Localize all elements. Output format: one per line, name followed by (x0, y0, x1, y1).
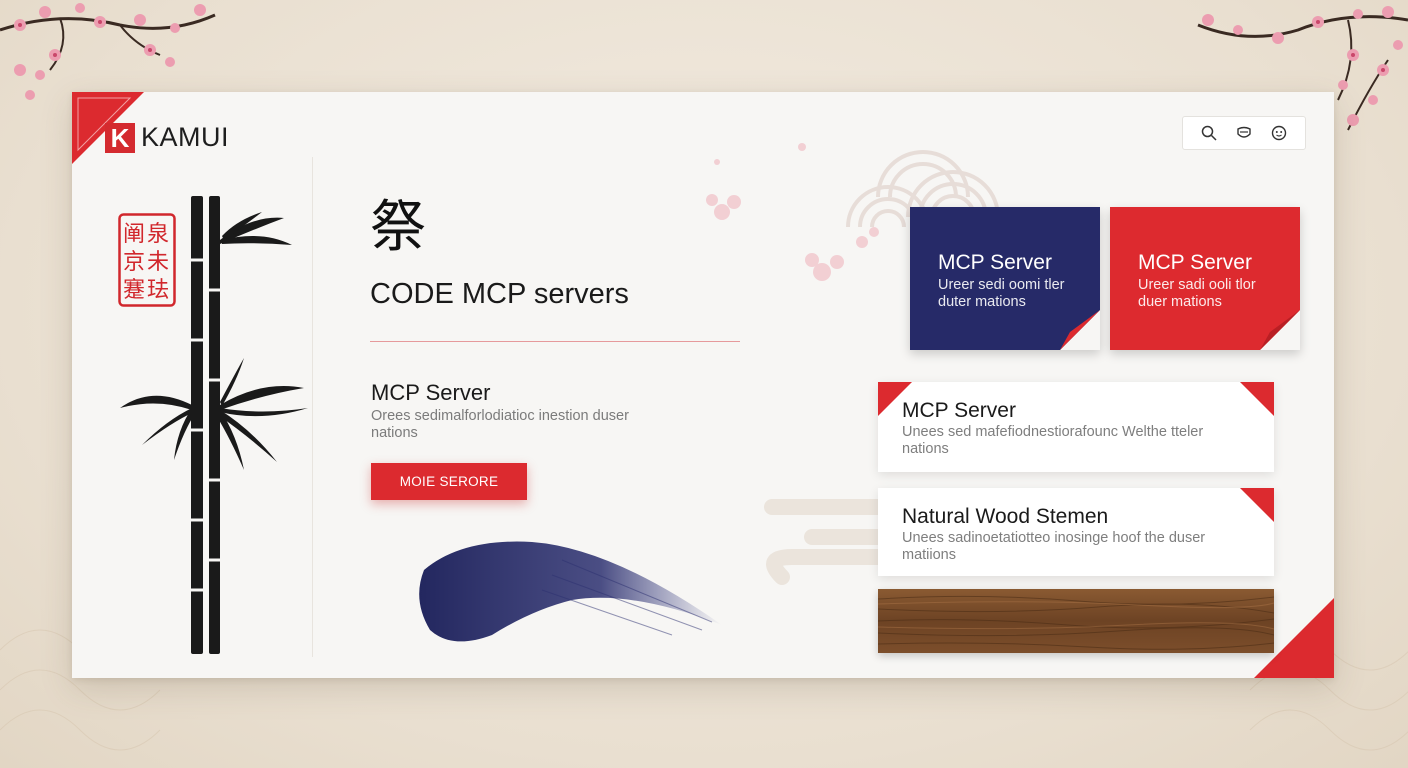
falling-petals (706, 143, 879, 281)
tile-title: MCP Server (938, 251, 1052, 274)
server-list-item[interactable]: Natural Wood Stemen Unees sadinoetatiott… (878, 488, 1274, 576)
mask-icon[interactable] (1233, 122, 1255, 144)
brand-name: KAMUI (141, 122, 230, 152)
page-curl-icon (1260, 310, 1300, 350)
server-tile-red[interactable]: MCP Server Ureer sadi ooli tlor duer mat… (1110, 207, 1300, 350)
brand-mark: K (105, 122, 135, 153)
bamboo-illustration (120, 196, 308, 654)
hero-title: CODE MCP servers (370, 278, 629, 310)
corner-flag-icon (1240, 488, 1274, 522)
list-item-title: MCP Server (902, 399, 1016, 422)
list-item-description: Unees sadinoetatiotteo inosinge hoof the… (902, 530, 1206, 563)
hero-kanji: 祭 (370, 195, 426, 260)
list-item-title: Natural Wood Stemen (902, 505, 1109, 528)
tile-description: Ureer sadi ooli tlor duer mations (1138, 277, 1256, 310)
tile-title: MCP Server (1138, 251, 1252, 274)
more-servers-button[interactable]: MOIE SERORE (371, 463, 527, 500)
search-icon[interactable] (1198, 122, 1220, 144)
server-tile-navy[interactable]: MCP Server Ureer sedi oomi tler duter ma… (910, 207, 1100, 350)
tile-description: Ureer sedi oomi tler duter mations (938, 277, 1065, 310)
face-icon[interactable] (1268, 122, 1290, 144)
hero-divider (370, 341, 740, 342)
top-toolbar (1182, 116, 1306, 150)
feature-description: Orees sedimalforlodiatioc inestion duser… (371, 408, 629, 441)
main-card: K KAMUI 阐 泉 京 未 蹇 珐 祭 CODE MCP servers M… (72, 92, 1334, 678)
ink-brush-stroke (419, 541, 722, 642)
list-item-description: Unees sed mafefiodnestiorafounc Welthe t… (902, 424, 1204, 457)
corner-flag-icon (1240, 382, 1274, 416)
brand-logo[interactable]: K KAMUI (105, 122, 229, 153)
server-list-item[interactable]: MCP Server Unees sed mafefiodnestiorafou… (878, 382, 1274, 472)
column-divider (312, 157, 313, 657)
feature-title: MCP Server (371, 380, 491, 405)
wood-texture-swatch (878, 589, 1274, 653)
page-curl-icon (1060, 310, 1100, 350)
